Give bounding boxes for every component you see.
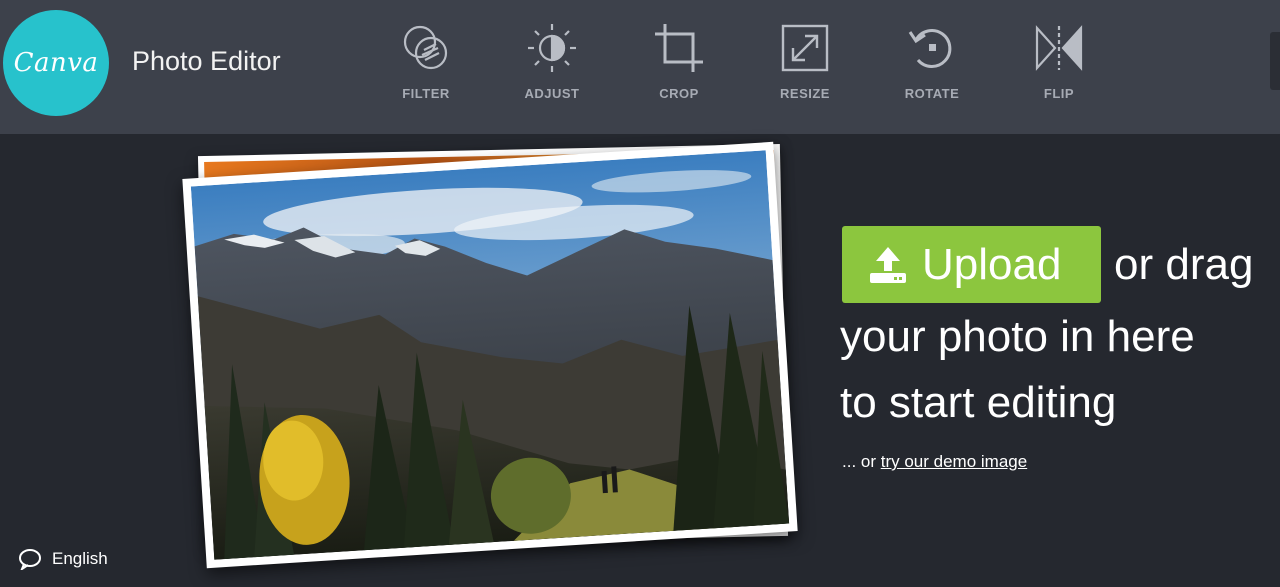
upload-button[interactable]: Upload [842, 226, 1101, 303]
instruction-line-3: to start editing [840, 378, 1117, 427]
crop-icon [651, 20, 707, 76]
canva-logo[interactable]: Canva [3, 10, 109, 116]
speech-bubble-icon [19, 549, 41, 570]
upload-label: Upload [922, 239, 1062, 289]
rotate-icon [904, 20, 960, 76]
photo-preview-stack [180, 134, 820, 584]
resize-label: RESIZE [780, 86, 830, 101]
demo-prefix: ... or [842, 452, 881, 471]
filter-tool-button[interactable]: FILTER [371, 20, 481, 110]
header-edge-tab [1270, 32, 1280, 90]
flip-tool-button[interactable]: FLIP [1004, 20, 1114, 110]
or-drag-text: or drag [1114, 240, 1254, 289]
logo-text: Canva [13, 48, 99, 78]
rotate-label: ROTATE [904, 86, 960, 101]
mountain-landscape-photo [182, 141, 798, 569]
adjust-tool-button[interactable]: ADJUST [497, 20, 607, 110]
top-toolbar: Canva Photo Editor FILTER ADJUST CROP RE… [0, 0, 1280, 134]
adjust-label: ADJUST [524, 86, 580, 101]
resize-icon [777, 20, 833, 76]
filter-label: FILTER [402, 86, 450, 101]
language-selector[interactable]: English [18, 548, 108, 570]
upload-icon [864, 241, 912, 289]
filter-icon [398, 20, 454, 76]
crop-label: CROP [659, 86, 699, 101]
instruction-line-2: your photo in here [840, 312, 1195, 361]
flip-label: FLIP [1043, 86, 1075, 101]
demo-text: ... or try our demo image [842, 452, 1027, 472]
adjust-icon [524, 20, 580, 76]
app-title: Photo Editor [132, 46, 281, 76]
rotate-tool-button[interactable]: ROTATE [877, 20, 987, 110]
language-label: English [52, 549, 108, 568]
resize-tool-button[interactable]: RESIZE [750, 20, 860, 110]
demo-image-link[interactable]: try our demo image [881, 452, 1027, 471]
crop-tool-button[interactable]: CROP [624, 20, 734, 110]
flip-icon [1031, 20, 1087, 76]
